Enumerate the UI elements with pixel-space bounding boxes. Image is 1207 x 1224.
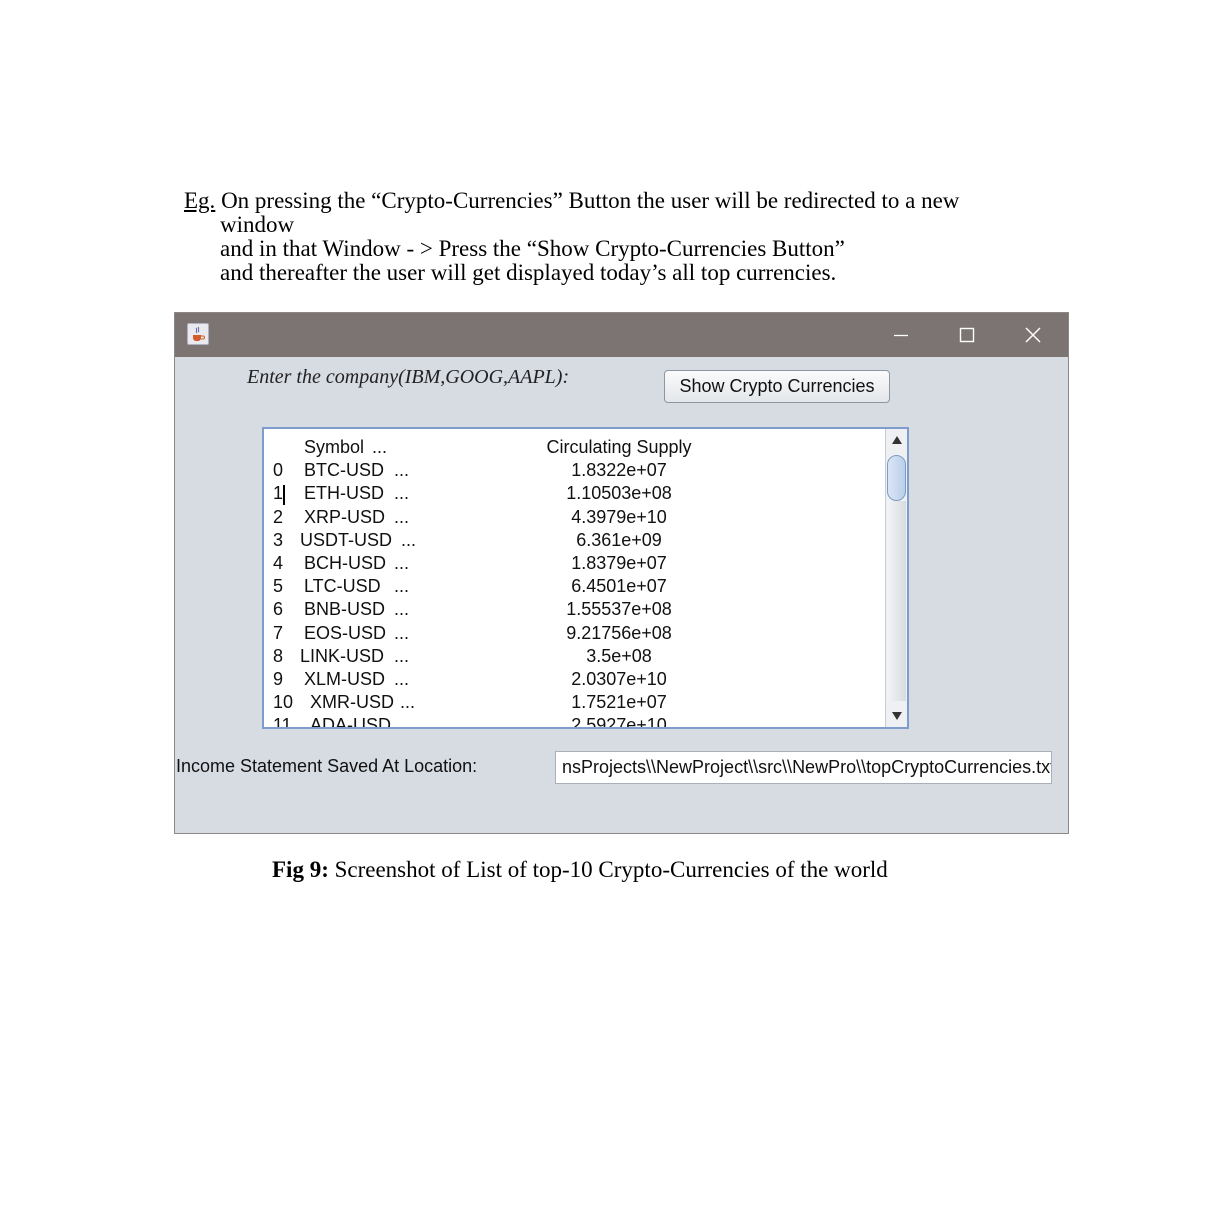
row-dots: ... bbox=[394, 576, 410, 597]
table-row: 4 BCH-USD... 1.8379e+07 bbox=[264, 553, 884, 576]
row-symbol: XRP-USD bbox=[304, 506, 386, 527]
row-symbol: BCH-USD bbox=[304, 552, 387, 573]
row-dots: ... bbox=[394, 599, 410, 620]
header-circulating-supply: Circulating Supply bbox=[546, 437, 692, 457]
row-value: 1.10503e+08 bbox=[566, 483, 672, 504]
table-row: 6 BNB-USD... 1.55537e+08 bbox=[264, 599, 884, 622]
scroll-track[interactable] bbox=[887, 501, 906, 701]
row-dots: ... bbox=[394, 483, 410, 504]
row-dots: ... bbox=[394, 622, 410, 643]
row-dots: ... bbox=[400, 692, 416, 713]
row-index: 8 bbox=[273, 645, 284, 666]
row-symbol: ETH-USD bbox=[304, 483, 384, 504]
intro-eg: Eg. bbox=[184, 188, 216, 213]
table-row: 0 BTC-USD... 1.8322e+07 bbox=[264, 460, 884, 483]
intro-line-1: Eg. On pressing the “Crypto-Currencies” … bbox=[184, 189, 1044, 213]
row-index: 6 bbox=[273, 599, 284, 620]
maximize-icon bbox=[959, 327, 975, 343]
row-value: 1.7521e+07 bbox=[571, 692, 667, 713]
figure-caption: Fig 9: Screenshot of List of top-10 Cryp… bbox=[272, 857, 888, 883]
table-row: 7 EOS-USD... 9.21756e+08 bbox=[264, 623, 884, 646]
intro-line-4: and thereafter the user will get display… bbox=[220, 260, 837, 285]
header-symbol: Symbol bbox=[304, 437, 365, 457]
table-row: 11 ADA-USD 2.5927e+10 bbox=[264, 715, 884, 729]
row-value: 3.5e+08 bbox=[586, 645, 652, 666]
row-dots: ... bbox=[394, 645, 410, 666]
row-value: 9.21756e+08 bbox=[566, 622, 672, 643]
table-row: 3 USDT-USD... 6.361e+09 bbox=[264, 530, 884, 553]
show-crypto-currencies-button[interactable]: Show Crypto Currencies bbox=[664, 370, 890, 403]
row-dots: ... bbox=[394, 460, 410, 481]
java-cup-icon bbox=[187, 323, 209, 345]
row-value: 1.8379e+07 bbox=[571, 552, 667, 573]
scroll-down-button[interactable] bbox=[886, 705, 907, 727]
caption-text: Screenshot of List of top-10 Crypto-Curr… bbox=[328, 857, 888, 882]
row-index: 3 bbox=[273, 529, 284, 550]
scroll-up-button[interactable] bbox=[886, 429, 907, 451]
caption-label: Fig 9: bbox=[272, 857, 329, 882]
header-dots: ... bbox=[372, 437, 388, 457]
minimize-icon bbox=[894, 334, 908, 337]
row-value: 6.4501e+07 bbox=[571, 576, 667, 597]
row-value: 1.55537e+08 bbox=[566, 599, 672, 620]
close-icon bbox=[1025, 327, 1041, 343]
arrow-down-icon bbox=[891, 712, 902, 720]
row-index: 0 bbox=[273, 460, 284, 481]
scroll-thumb[interactable] bbox=[887, 455, 906, 501]
row-value: 2.5927e+10 bbox=[571, 715, 667, 729]
intro-line-2: window bbox=[220, 212, 295, 237]
table-row: 8 LINK-USD... 3.5e+08 bbox=[264, 646, 884, 669]
intro-line-1-text: On pressing the “Crypto-Currencies” Butt… bbox=[215, 188, 960, 213]
row-symbol: USDT-USD bbox=[300, 529, 393, 550]
table-row: 1 ETH-USD... 1.10503e+08 bbox=[264, 483, 884, 506]
row-value: 2.0307e+10 bbox=[571, 668, 667, 689]
maximize-button[interactable] bbox=[934, 313, 1000, 357]
row-symbol: LTC-USD bbox=[304, 576, 381, 597]
intro-line-3: and in that Window - > Press the “Show C… bbox=[220, 236, 845, 261]
row-index: 1 bbox=[273, 483, 284, 504]
text-caret bbox=[283, 485, 285, 505]
row-index: 10 bbox=[273, 692, 294, 713]
company-prompt-label: Enter the company(IBM,GOOG,AAPL): bbox=[247, 366, 570, 388]
location-input[interactable]: nsProjects\\NewProject\\src\\NewPro\\top… bbox=[555, 751, 1052, 784]
title-bar[interactable] bbox=[175, 313, 1068, 357]
row-index: 5 bbox=[273, 576, 284, 597]
row-value: 1.8322e+07 bbox=[571, 460, 667, 481]
close-button[interactable] bbox=[1000, 313, 1066, 357]
row-index: 7 bbox=[273, 622, 284, 643]
document-intro: Eg. On pressing the “Crypto-Currencies” … bbox=[184, 189, 1044, 285]
crypto-output-textarea[interactable]: Symbol ... Circulating Supply 0 BTC-USD..… bbox=[262, 427, 909, 729]
table-header: Symbol ... Circulating Supply bbox=[264, 437, 884, 460]
row-dots: ... bbox=[394, 552, 410, 573]
table-row: 9 XLM-USD... 2.0307e+10 bbox=[264, 669, 884, 692]
table-row: 2 XRP-USD... 4.3979e+10 bbox=[264, 507, 884, 530]
crypto-window: Enter the company(IBM,GOOG,AAPL): Show C… bbox=[174, 312, 1069, 834]
row-index: 9 bbox=[273, 668, 284, 689]
row-dots: ... bbox=[394, 668, 410, 689]
table-row: 5 LTC-USD... 6.4501e+07 bbox=[264, 576, 884, 599]
row-symbol: XLM-USD bbox=[304, 668, 386, 689]
row-index: 4 bbox=[273, 552, 284, 573]
row-dots: ... bbox=[394, 506, 410, 527]
vertical-scrollbar[interactable] bbox=[885, 429, 907, 727]
row-value: 4.3979e+10 bbox=[571, 506, 667, 527]
location-label: Income Statement Saved At Location: bbox=[176, 756, 478, 776]
row-symbol: ADA-USD bbox=[310, 715, 392, 729]
arrow-up-icon bbox=[891, 436, 902, 444]
row-index: 11 bbox=[273, 715, 292, 729]
row-value: 6.361e+09 bbox=[576, 529, 662, 550]
minimize-button[interactable] bbox=[868, 313, 934, 357]
row-index: 2 bbox=[273, 506, 284, 527]
row-symbol: BNB-USD bbox=[304, 599, 386, 620]
table-row: 10 XMR-USD... 1.7521e+07 bbox=[264, 692, 884, 715]
row-symbol: EOS-USD bbox=[304, 622, 387, 643]
row-symbol: XMR-USD bbox=[310, 692, 394, 713]
row-symbol: LINK-USD bbox=[300, 645, 385, 666]
crypto-table: Symbol ... Circulating Supply 0 BTC-USD..… bbox=[264, 437, 884, 729]
row-symbol: BTC-USD bbox=[304, 460, 384, 481]
row-dots: ... bbox=[401, 529, 417, 550]
